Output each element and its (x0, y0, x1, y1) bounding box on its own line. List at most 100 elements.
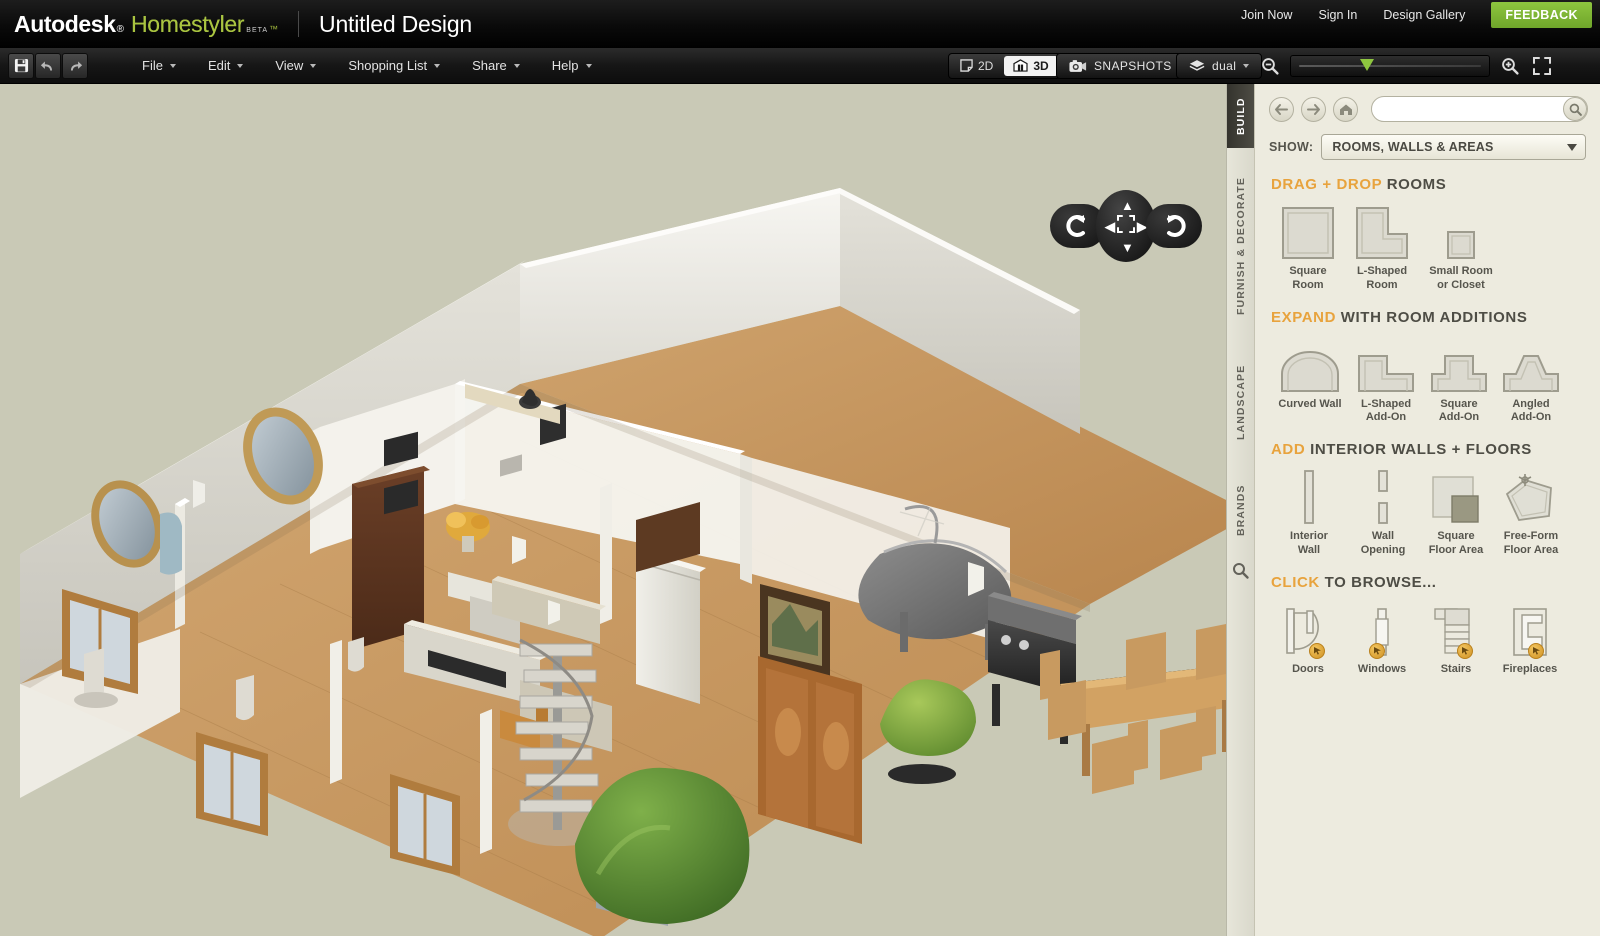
fullscreen-button[interactable] (1530, 54, 1554, 78)
section-rest-text: TO BROWSE... (1324, 573, 1437, 591)
view-mode-toggle: 2D 3D (948, 52, 1061, 79)
redo-button[interactable] (62, 52, 88, 79)
zoom-slider[interactable] (1290, 54, 1490, 77)
menu-share[interactable]: Share (456, 53, 536, 78)
section-interior-walls-floors: ADD INTERIOR WALLS + FLOORS Interior Wal… (1255, 425, 1600, 558)
item-square-addon[interactable]: Square Add-On (1423, 336, 1495, 426)
view-2d-label: 2D (978, 58, 994, 73)
home-icon (1339, 104, 1352, 115)
zoom-controls (1258, 54, 1554, 78)
browse-badge-icon (1309, 642, 1325, 659)
room-addition-items: Curved Wall L-Shaped Add-On Square Add-O… (1271, 336, 1586, 426)
zoom-slider-handle[interactable] (1360, 58, 1375, 71)
undo-button[interactable] (35, 52, 61, 79)
show-filter-select[interactable]: ROOMS, WALLS & AREAS (1321, 134, 1586, 160)
menu-view[interactable]: View (259, 53, 332, 78)
menu-share-label: Share (472, 58, 507, 73)
layers-label: dual (1212, 58, 1237, 73)
file-action-icons (8, 52, 88, 79)
zoom-in-button[interactable] (1498, 54, 1522, 78)
menu-file-label: File (142, 58, 163, 73)
show-filter-value: ROOMS, WALLS & AREAS (1332, 140, 1494, 154)
item-windows[interactable]: Windows (1345, 601, 1419, 677)
dining-chair (1126, 632, 1166, 690)
build-panel: SHOW: ROOMS, WALLS & AREAS DRAG + DROP R… (1254, 84, 1600, 936)
item-doors[interactable]: Doors (1271, 601, 1345, 677)
panel-search (1371, 96, 1588, 122)
item-fireplaces-label: Fireplaces (1502, 662, 1558, 675)
rail-tab-build[interactable]: BUILD (1227, 84, 1255, 148)
search-submit-button[interactable] (1563, 97, 1587, 121)
search-input[interactable] (1371, 96, 1588, 122)
free-form-floor-area-icon (1505, 468, 1557, 524)
top-bar: Autodesk ® Homestyler BETA ™ Untitled De… (0, 0, 1600, 48)
view-navigation-widget[interactable]: ▲ ▼ ◀ ▶ (1050, 190, 1202, 262)
rail-tab-brands[interactable]: BRANDS (1227, 468, 1255, 552)
rail-tab-furnish-decorate[interactable]: FURNISH & DECORATE (1227, 156, 1255, 336)
fullscreen-icon (1533, 56, 1551, 75)
rail-tab-landscape[interactable]: LANDSCAPE (1227, 346, 1255, 458)
panel-forward-button[interactable] (1301, 96, 1326, 122)
chevron-down-icon (513, 63, 520, 68)
small-room-icon (1447, 203, 1475, 259)
section-room-additions: EXPAND WITH ROOM ADDITIONS Curved Wall L… (1255, 293, 1600, 426)
item-l-shaped-addon[interactable]: L-Shaped Add-On (1349, 336, 1423, 426)
menu-shopping-list[interactable]: Shopping List (332, 53, 456, 78)
item-small-room-closet[interactable]: Small Room or Closet (1419, 203, 1503, 293)
item-wall-opening-label: Wall Opening (1360, 530, 1406, 556)
chevron-down-icon (1243, 63, 1250, 68)
snapshots-button[interactable]: SNAPSHOTS (1056, 52, 1185, 79)
arrow-right-icon (1307, 103, 1320, 115)
brand-beta-tag: BETA (246, 26, 269, 34)
rail-tab-build-label: BUILD (1235, 97, 1247, 135)
item-interior-wall[interactable]: Interior Wall (1271, 468, 1347, 558)
rotate-right-button[interactable] (1146, 204, 1202, 248)
design-gallery-link[interactable]: Design Gallery (1383, 8, 1465, 22)
item-l-shaped-room[interactable]: L-Shaped Room (1345, 203, 1419, 293)
search-icon (1569, 103, 1582, 116)
view-3d-button[interactable]: 3D (1004, 55, 1058, 76)
item-interior-wall-label: Interior Wall (1290, 530, 1328, 556)
panel-back-button[interactable] (1269, 96, 1294, 122)
design-canvas-3d[interactable]: ▲ ▼ ◀ ▶ (0, 84, 1254, 936)
section-accent-text: DRAG + DROP (1271, 176, 1382, 193)
menu-help[interactable]: Help (536, 53, 608, 78)
curved-wall-icon (1280, 336, 1340, 392)
nav-down-arrow[interactable]: ▼ (1121, 241, 1134, 254)
item-curved-wall-label: Curved Wall (1278, 397, 1342, 410)
join-now-link[interactable]: Join Now (1241, 8, 1292, 22)
item-stairs[interactable]: Stairs (1419, 601, 1493, 677)
section-room-additions-title: EXPAND WITH ROOM ADDITIONS (1271, 309, 1586, 326)
item-angled-addon[interactable]: Angled Add-On (1495, 336, 1567, 426)
zoom-out-button[interactable] (1258, 54, 1282, 78)
section-accent-text: ADD (1271, 441, 1306, 458)
layers-dropdown[interactable]: dual (1176, 52, 1263, 79)
item-square-floor-area[interactable]: Square Floor Area (1419, 468, 1493, 558)
sign-in-link[interactable]: Sign In (1318, 8, 1357, 22)
item-free-form-floor-area-label: Free-Form Floor Area (1503, 530, 1559, 556)
item-angled-addon-label: Angled Add-On (1510, 397, 1552, 424)
menu-edit[interactable]: Edit (192, 53, 259, 78)
save-button[interactable] (8, 52, 34, 79)
brand-logo[interactable]: Autodesk ® Homestyler BETA ™ (0, 11, 278, 38)
feedback-button[interactable]: FEEDBACK (1491, 2, 1592, 28)
item-wall-opening[interactable]: Wall Opening (1347, 468, 1419, 558)
nav-up-arrow[interactable]: ▲ (1121, 199, 1134, 212)
item-fireplaces[interactable]: Fireplaces (1493, 601, 1567, 677)
section-interior-walls-floors-title: ADD INTERIOR WALLS + FLOORS (1271, 441, 1586, 458)
menu-file[interactable]: File (126, 53, 192, 78)
item-curved-wall[interactable]: Curved Wall (1271, 336, 1349, 426)
item-square-room[interactable]: Square Room (1271, 203, 1345, 293)
rail-search-icon[interactable] (1232, 562, 1249, 584)
square-addon-icon (1430, 336, 1488, 392)
nav-left-arrow[interactable]: ◀ (1105, 220, 1115, 233)
item-free-form-floor-area[interactable]: Free-Form Floor Area (1493, 468, 1569, 558)
view-2d-button[interactable]: 2D (951, 56, 1002, 76)
chevron-down-icon[interactable] (1561, 136, 1583, 158)
panel-home-button[interactable] (1333, 96, 1358, 122)
view-3d-label: 3D (1033, 58, 1049, 73)
layers-icon (1189, 60, 1205, 71)
document-title[interactable]: Untitled Design (319, 11, 472, 38)
item-windows-label: Windows (1357, 662, 1407, 675)
item-square-room-label: Square Room (1289, 265, 1327, 291)
